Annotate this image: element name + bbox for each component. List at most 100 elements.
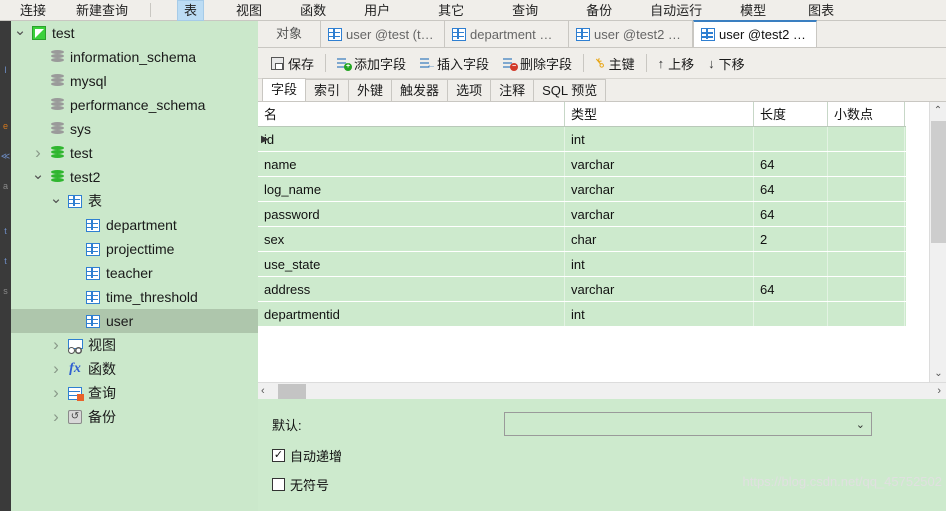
cell-type[interactable]: char <box>565 227 754 251</box>
fields-grid[interactable]: 名 类型 长度 小数点 ▶ id int name varchar 64 log_name v… <box>258 102 946 382</box>
tree-item-mysql[interactable]: mysql <box>11 69 258 93</box>
cell-decimals[interactable] <box>828 277 905 301</box>
cell-type[interactable]: varchar <box>565 277 754 301</box>
cell-name[interactable]: password <box>258 202 565 226</box>
move-down-button[interactable]: ↓ 下移 <box>701 52 752 75</box>
tree-item-test2[interactable]: test2 <box>11 165 258 189</box>
column-header-length[interactable]: 长度 <box>754 102 828 126</box>
cell-decimals[interactable] <box>828 177 905 201</box>
cell-type[interactable]: int <box>565 252 754 276</box>
sub-tab-3[interactable]: 触发器 <box>391 79 449 101</box>
vertical-scroll-thumb[interactable] <box>931 121 946 243</box>
tree-item-time_threshold[interactable]: time_threshold <box>11 285 258 309</box>
tree-toggle-open-icon[interactable] <box>29 168 47 186</box>
cell-length[interactable] <box>754 252 828 276</box>
toolbar-button-chart[interactable]: 图表 <box>802 1 840 20</box>
scroll-right-arrow[interactable]: › <box>937 383 941 400</box>
table-row[interactable]: address varchar 64 <box>258 277 906 302</box>
scroll-up-arrow[interactable]: ⌃ <box>930 102 946 119</box>
sub-tab-6[interactable]: SQL 预览 <box>533 79 607 101</box>
toolbar-button-table[interactable]: 表 <box>177 0 205 21</box>
move-up-button[interactable]: ↑ 上移 <box>651 52 702 75</box>
cell-decimals[interactable] <box>828 302 905 326</box>
cell-type[interactable]: int <box>565 127 754 151</box>
tree-item-[interactable]: 视图 <box>11 333 258 357</box>
cell-type[interactable]: varchar <box>565 202 754 226</box>
cell-length[interactable]: 64 <box>754 277 828 301</box>
toolbar-button-new-query[interactable]: 新建查询 <box>70 1 134 20</box>
tree-toggle-open-icon[interactable] <box>11 24 29 42</box>
tree-item-sys[interactable]: sys <box>11 117 258 141</box>
tree-toggle-closed-icon[interactable] <box>47 335 65 355</box>
insert-field-button[interactable]: ← 插入字段 <box>413 52 496 75</box>
tab-user-test2[interactable]: user @test2 (t... <box>569 21 694 47</box>
toolbar-button-model[interactable]: 模型 <box>734 1 772 20</box>
primary-key-button[interactable]: ⚷ 主键 <box>588 52 642 75</box>
cell-length[interactable]: 64 <box>754 152 828 176</box>
table-row[interactable]: use_state int <box>258 252 906 277</box>
auto-increment-checkbox[interactable]: ✓ <box>272 448 285 462</box>
column-header-decimals[interactable]: 小数点 <box>828 102 905 126</box>
cell-decimals[interactable] <box>828 227 905 251</box>
sub-tab-5[interactable]: 注释 <box>490 79 535 101</box>
tree-item-[interactable]: 查询 <box>11 381 258 405</box>
table-row[interactable]: sex char 2 <box>258 227 906 252</box>
tree-item-projecttime[interactable]: projecttime <box>11 237 258 261</box>
cell-name[interactable]: name <box>258 152 565 176</box>
cell-name[interactable]: use_state <box>258 252 565 276</box>
tree-item-performance_schema[interactable]: performance_schema <box>11 93 258 117</box>
auto-increment-row[interactable]: ✓ 自动递增 <box>272 445 946 465</box>
tree-item-[interactable]: 表 <box>11 189 258 213</box>
tree-toggle-closed-icon[interactable] <box>47 383 65 403</box>
tree-toggle-closed-icon[interactable] <box>29 143 47 163</box>
toolbar-button-user[interactable]: 用户 <box>358 1 396 20</box>
cell-type[interactable]: varchar <box>565 177 754 201</box>
cell-name[interactable]: ▶ id <box>258 127 565 151</box>
tab-user-test2-design[interactable]: user @test2 (t... <box>693 20 818 47</box>
cell-type[interactable]: int <box>565 302 754 326</box>
cell-length[interactable] <box>754 127 828 151</box>
cell-length[interactable] <box>754 302 828 326</box>
toolbar-button-function[interactable]: 函数 <box>294 1 332 20</box>
table-row[interactable]: password varchar 64 <box>258 202 906 227</box>
cell-name[interactable]: sex <box>258 227 565 251</box>
save-button[interactable]: 保存 <box>264 52 321 75</box>
toolbar-button-connect[interactable]: 连接 <box>14 1 52 20</box>
collapsed-side-panel[interactable]: l e ≪ a t t s <box>0 21 11 511</box>
tree-toggle-open-icon[interactable] <box>47 192 65 210</box>
default-value-select[interactable]: ⌄ <box>504 412 872 436</box>
grid-horizontal-scrollbar[interactable]: ‹ › <box>258 382 946 399</box>
tree-item-test[interactable]: test <box>11 21 258 45</box>
cell-decimals[interactable] <box>828 252 905 276</box>
tree-toggle-closed-icon[interactable] <box>47 359 65 379</box>
tab-department-test[interactable]: department @... <box>445 21 570 47</box>
tree-item-user[interactable]: user <box>11 309 258 333</box>
table-row[interactable]: log_name varchar 64 <box>258 177 906 202</box>
toolbar-button-automation[interactable]: 自动运行 <box>644 1 708 20</box>
table-row[interactable]: name varchar 64 <box>258 152 906 177</box>
toolbar-button-query[interactable]: 查询 <box>506 1 544 20</box>
add-field-button[interactable]: + 添加字段 <box>330 52 413 75</box>
cell-length[interactable]: 64 <box>754 202 828 226</box>
scroll-left-arrow[interactable]: ‹ <box>261 383 265 400</box>
cell-name[interactable]: address <box>258 277 565 301</box>
column-header-type[interactable]: 类型 <box>565 102 754 126</box>
unsigned-checkbox[interactable] <box>272 477 285 491</box>
table-row[interactable]: departmentid int <box>258 302 906 327</box>
cell-length[interactable]: 64 <box>754 177 828 201</box>
sub-tab-0[interactable]: 字段 <box>262 78 307 101</box>
cell-name[interactable]: log_name <box>258 177 565 201</box>
toolbar-button-backup[interactable]: 备份 <box>580 1 618 20</box>
tree-item-[interactable]: ↺ 备份 <box>11 405 258 429</box>
tree-toggle-closed-icon[interactable] <box>47 407 65 427</box>
cell-type[interactable]: varchar <box>565 152 754 176</box>
object-tree-sidebar[interactable]: test information_schemamysql performance_s… <box>11 21 258 511</box>
tree-item-department[interactable]: department <box>11 213 258 237</box>
horizontal-scroll-thumb[interactable] <box>278 384 306 399</box>
cell-decimals[interactable] <box>828 202 905 226</box>
grid-vertical-scrollbar[interactable]: ⌃ ⌄ <box>929 102 946 382</box>
scroll-down-arrow[interactable]: ⌄ <box>930 365 946 382</box>
cell-decimals[interactable] <box>828 127 905 151</box>
cell-length[interactable]: 2 <box>754 227 828 251</box>
delete-field-button[interactable]: − 删除字段 <box>496 52 579 75</box>
